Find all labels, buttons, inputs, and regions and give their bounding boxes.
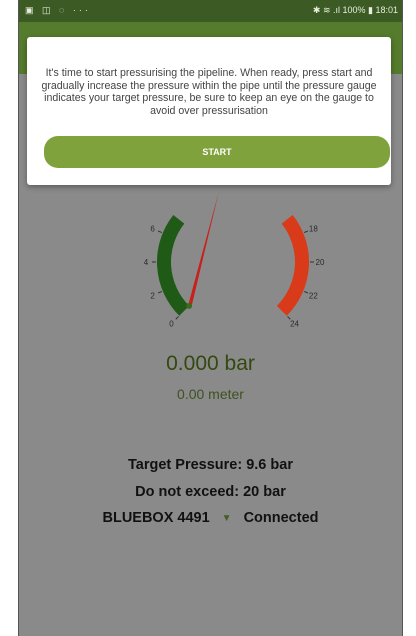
gauge-low-range	[157, 214, 190, 316]
bluetooth-icon: ▼	[221, 512, 232, 524]
pressure-reading-bar: 0.000 bar	[166, 352, 255, 375]
gauge-tick-0	[175, 316, 179, 320]
gauge-tick-label-0: 0	[169, 320, 174, 329]
gauge-tick-22	[303, 291, 309, 294]
instruction-dialog: It's time to start pressurising the pipe…	[27, 37, 391, 185]
gauge-tick-2	[157, 291, 163, 294]
gauge-tick-18	[303, 230, 309, 233]
app-screen: ▣ ◫ ◌ ··· ✱ ≋ .ıl 100% ▮ 18:01 0 2 4 6 18 20 2…	[18, 0, 403, 636]
start-button[interactable]: START	[44, 136, 390, 168]
gauge-tick-label-4: 4	[144, 258, 149, 267]
max-pressure: Do not exceed: 20 bar	[135, 484, 286, 500]
pressure-reading-meter: 0.00 meter	[177, 386, 244, 402]
gauge-high-range	[276, 214, 309, 316]
gauge-needle-hub	[186, 302, 193, 309]
gauge-arc-group	[157, 214, 309, 316]
gauge-needle	[187, 191, 219, 309]
gauge-tick-label-18: 18	[309, 225, 318, 234]
gauge-tick-label-22: 22	[309, 291, 318, 300]
device-status-row: BLUEBOX 4491 ▼ Connected	[19, 510, 402, 526]
gauge-tick-label-2: 2	[150, 291, 155, 300]
system-status: ✱ ≋ .ıl 100% ▮ 18:01	[312, 5, 398, 15]
status-bar: ▣ ◫ ◌ ··· ✱ ≋ .ıl 100% ▮ 18:01	[19, 0, 402, 22]
gauge-tick-6	[157, 230, 163, 233]
notification-icons: ▣ ◫ ◌ ···	[25, 5, 91, 15]
gauge-tick-label-24: 24	[290, 320, 299, 329]
dialog-message: It's time to start pressurising the pipe…	[41, 67, 377, 117]
connection-status: Connected	[243, 510, 319, 526]
target-pressure: Target Pressure: 9.6 bar	[128, 457, 293, 473]
gauge-tick-label-20: 20	[316, 258, 325, 267]
gauge-tick-label-6: 6	[150, 225, 155, 234]
device-name: BLUEBOX 4491	[102, 510, 210, 526]
